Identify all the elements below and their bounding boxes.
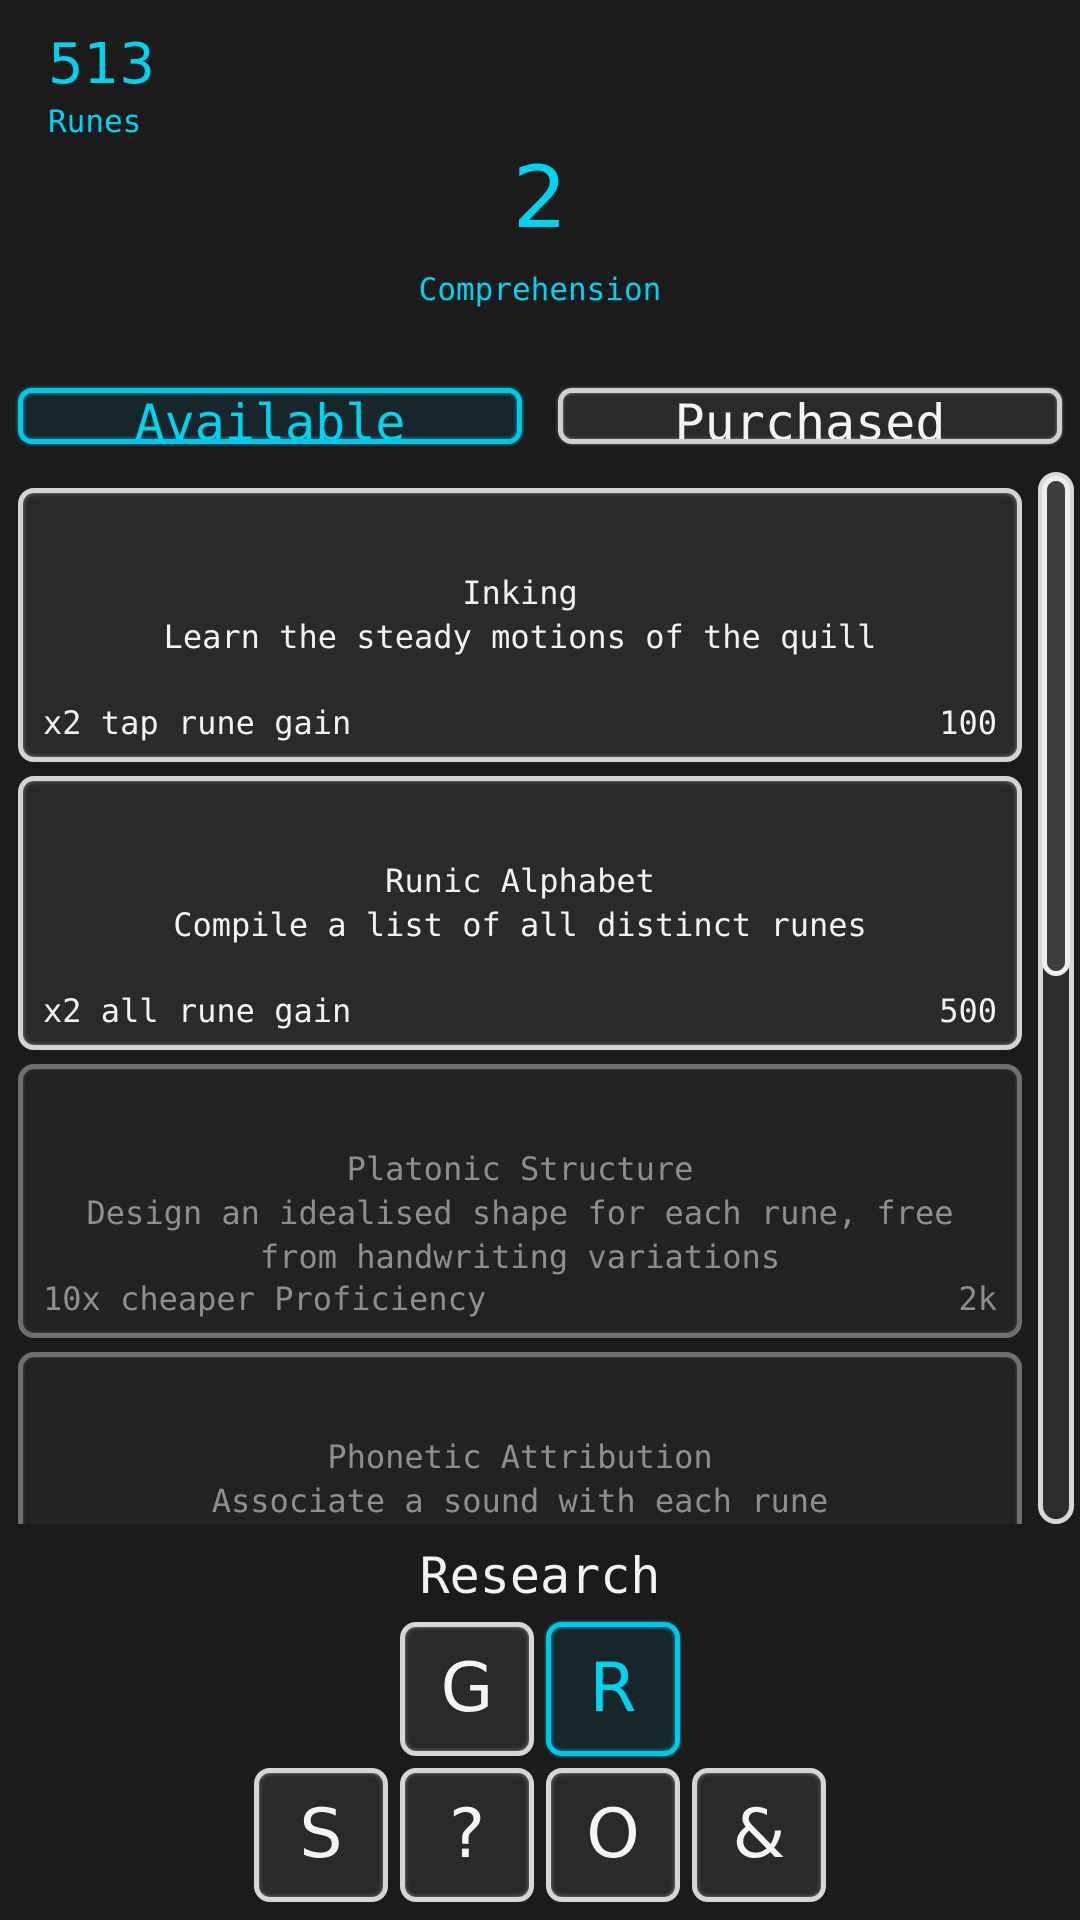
runes-label: Runes xyxy=(48,104,142,140)
research-card-inking[interactable]: Inking Learn the steady motions of the q… xyxy=(18,488,1022,762)
research-title: Phonetic Attribution xyxy=(327,1438,713,1476)
research-card-platonic-structure[interactable]: Platonic Structure Design an idealised s… xyxy=(18,1064,1022,1338)
nav-key-ampersand[interactable]: & xyxy=(692,1768,826,1902)
research-card-runic-alphabet[interactable]: Runic Alphabet Compile a list of all dis… xyxy=(18,776,1022,1050)
research-title: Platonic Structure xyxy=(346,1150,694,1188)
research-card-phonetic-attribution[interactable]: Phonetic Attribution Associate a sound w… xyxy=(18,1352,1022,1524)
research-cost: 2k xyxy=(958,1280,997,1318)
nav-key-help[interactable]: ? xyxy=(400,1768,534,1902)
tab-available[interactable]: Available xyxy=(18,388,522,444)
nav-key-s[interactable]: S xyxy=(254,1768,388,1902)
research-list: Inking Learn the steady motions of the q… xyxy=(0,476,1040,1524)
tab-purchased[interactable]: Purchased xyxy=(558,388,1062,444)
research-title: Runic Alphabet xyxy=(385,862,655,900)
scrollbar-thumb[interactable] xyxy=(1042,476,1070,976)
nav-key-o[interactable]: O xyxy=(546,1768,680,1902)
research-effect: x2 tap rune gain xyxy=(43,704,352,742)
research-title: Inking xyxy=(462,574,578,612)
research-description: Design an idealised shape for each rune,… xyxy=(86,1194,954,1276)
nav-key-g[interactable]: G xyxy=(400,1622,534,1756)
research-effect: x2 all rune gain xyxy=(43,992,352,1030)
research-cost: 500 xyxy=(939,992,997,1030)
comprehension-label: Comprehension xyxy=(418,272,662,308)
research-cost: 100 xyxy=(939,704,997,742)
comprehension-count: 2 xyxy=(512,148,568,248)
nav-key-r[interactable]: R xyxy=(546,1622,680,1756)
research-description: Compile a list of all distinct runes xyxy=(173,906,867,944)
section-title: Research xyxy=(419,1547,661,1605)
research-effect: 10x cheaper Proficiency xyxy=(43,1280,487,1318)
research-description: Associate a sound with each rune xyxy=(211,1482,829,1520)
scrollbar-track[interactable] xyxy=(1038,472,1074,1524)
research-description: Learn the steady motions of the quill xyxy=(163,618,877,656)
runes-count: 513 xyxy=(48,32,155,97)
